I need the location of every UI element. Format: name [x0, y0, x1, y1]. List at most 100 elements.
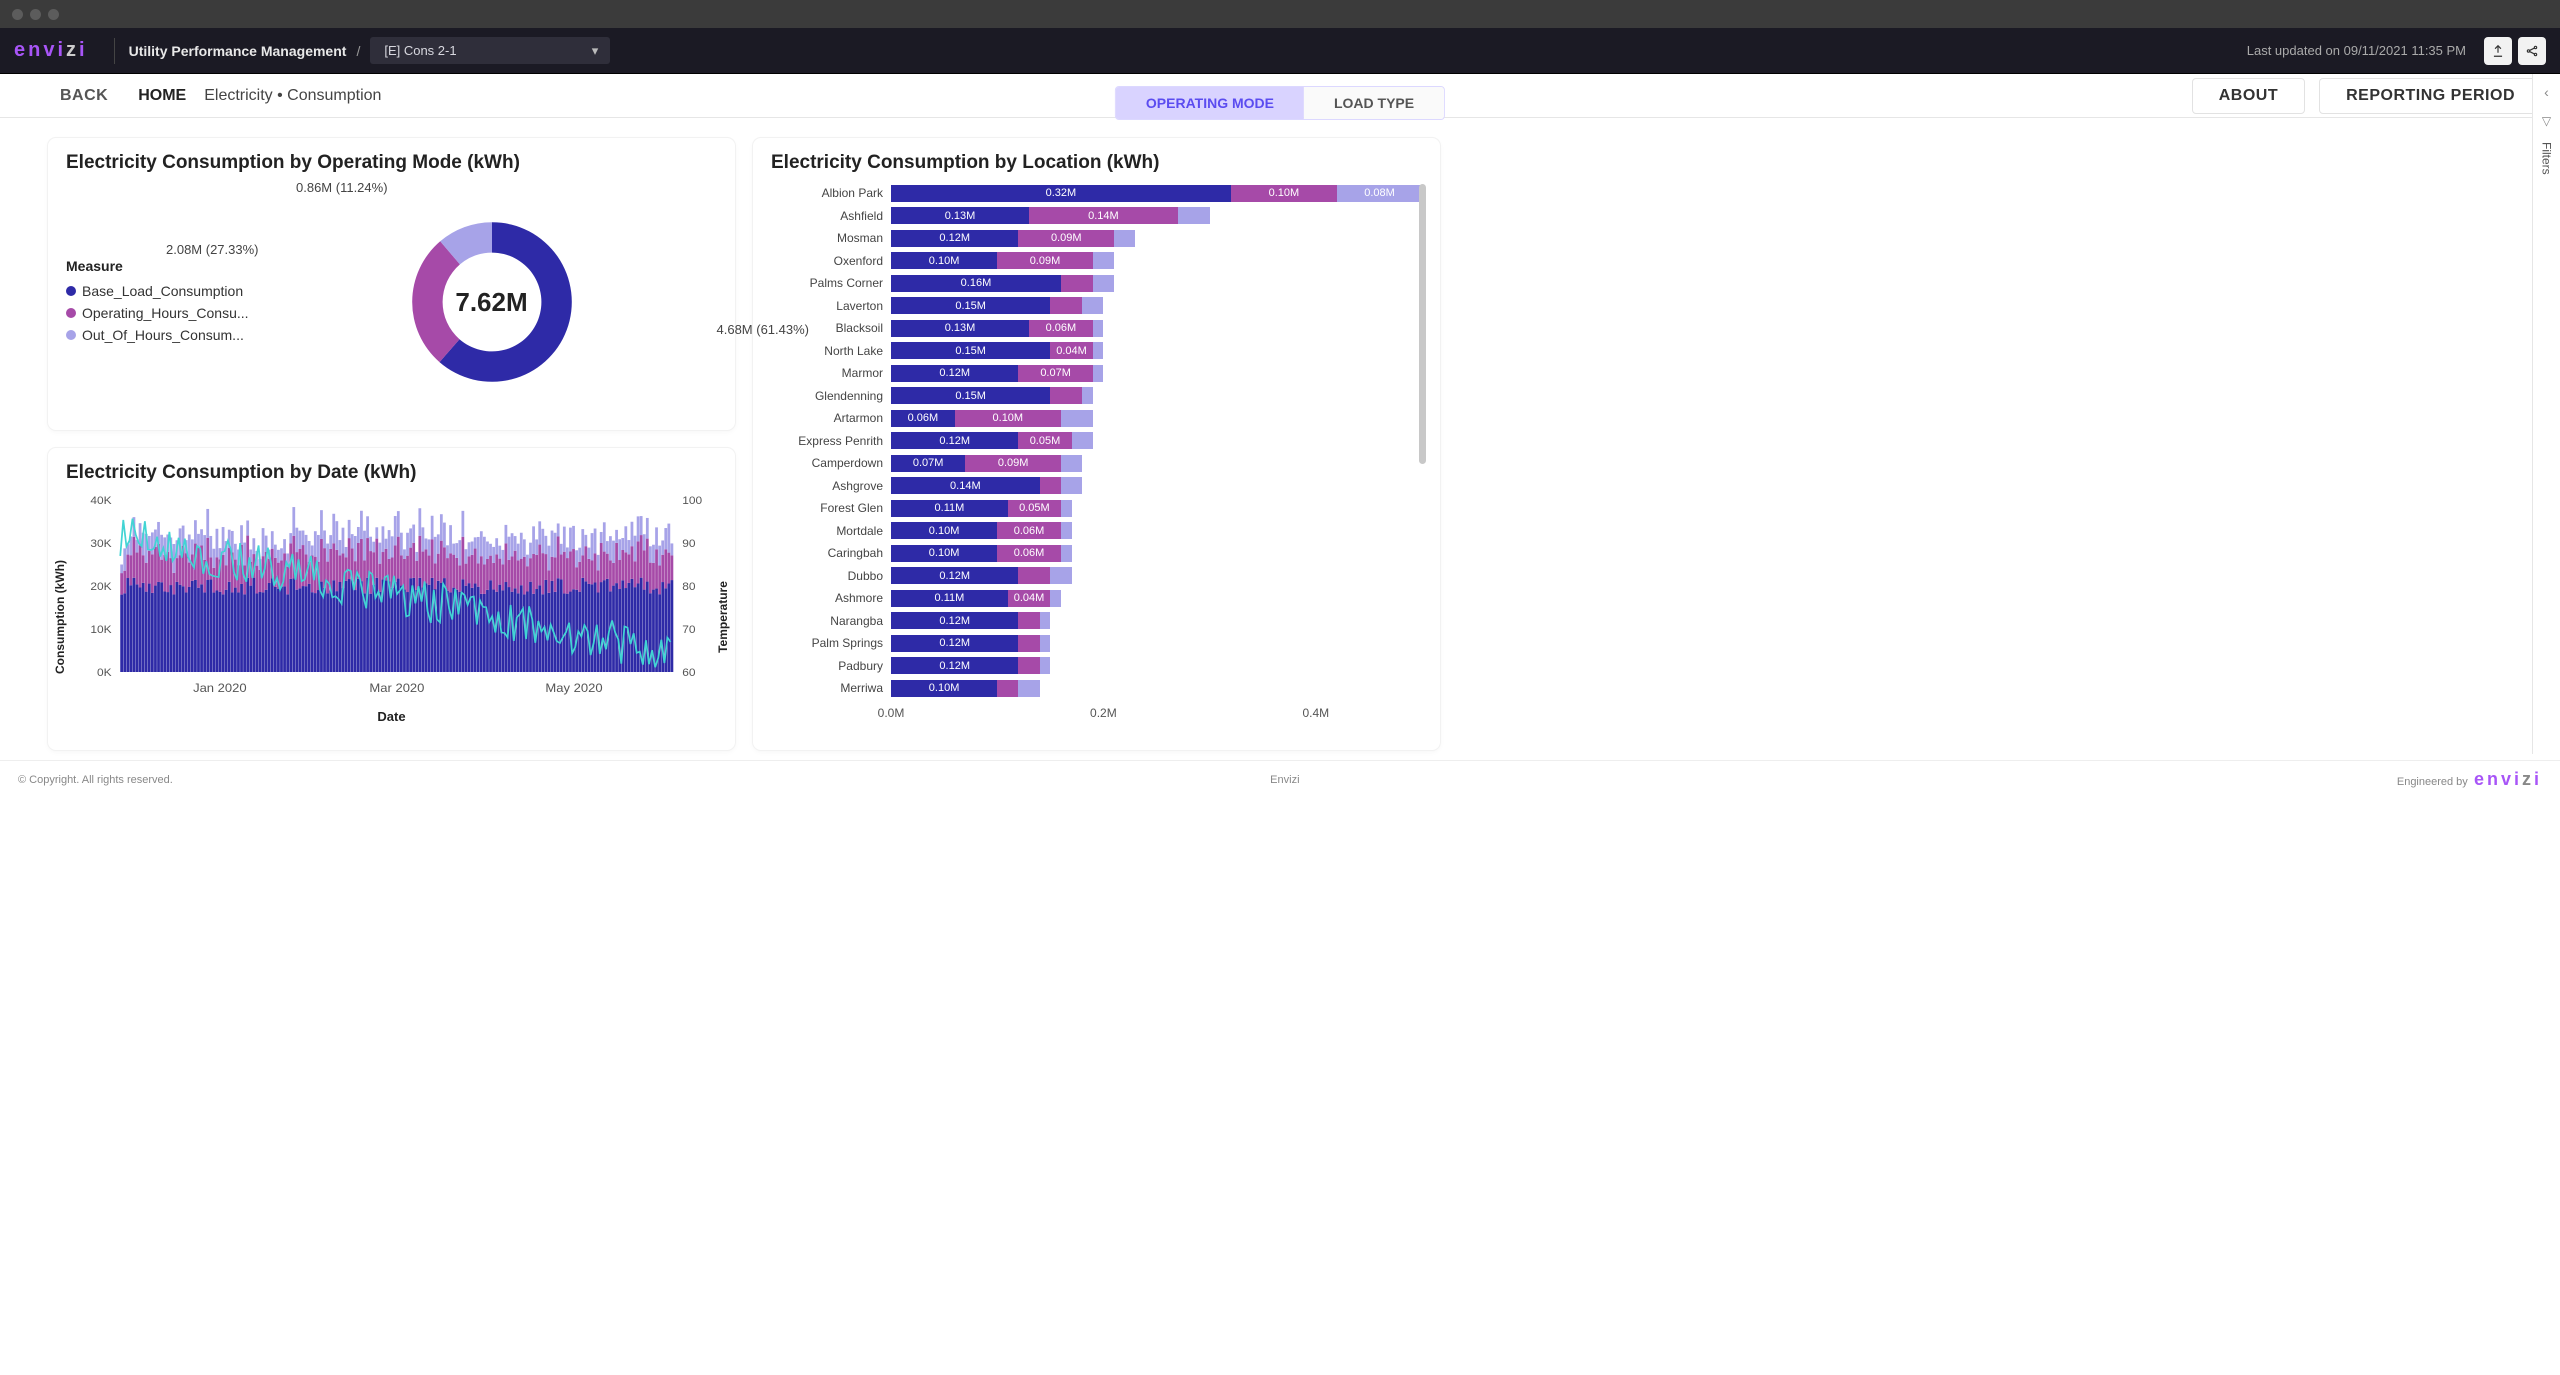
bar-segment: 0.10M: [891, 252, 997, 269]
table-row[interactable]: Palms Corner0.16M: [771, 272, 1422, 295]
location-label: Glendenning: [771, 389, 891, 403]
stacked-bar: 0.07M0.09M: [891, 455, 1422, 472]
table-row[interactable]: Forest Glen0.11M0.05M: [771, 497, 1422, 520]
legend-item[interactable]: Base_Load_Consumption: [66, 280, 266, 302]
svg-text:90: 90: [682, 538, 695, 550]
bar-segment: 0.09M: [965, 455, 1061, 472]
filters-rail: ‹ ▽ Filters: [2532, 74, 2560, 754]
table-row[interactable]: Mosman0.12M0.09M: [771, 227, 1422, 250]
stacked-bar: 0.12M: [891, 657, 1422, 674]
traffic-light-close[interactable]: [12, 9, 23, 20]
bar-segment: [1061, 275, 1093, 292]
table-row[interactable]: Ashmore0.11M0.04M: [771, 587, 1422, 610]
bar-segment: 0.11M: [891, 590, 1008, 607]
stacked-bar: 0.13M0.14M: [891, 207, 1422, 224]
svg-text:40K: 40K: [90, 495, 112, 507]
bar-segment: 0.12M: [891, 657, 1018, 674]
brand-logo: envizi: [14, 39, 88, 62]
bar-segment: [1018, 680, 1039, 697]
stacked-bar: 0.12M0.07M: [891, 365, 1422, 382]
bar-segment: 0.12M: [891, 230, 1018, 247]
svg-text:70: 70: [682, 624, 695, 636]
tab-operating-mode[interactable]: OPERATING MODE: [1116, 87, 1304, 119]
bar-segment: 0.09M: [1018, 230, 1114, 247]
table-row[interactable]: North Lake0.15M0.04M: [771, 340, 1422, 363]
bar-segment: [1040, 635, 1051, 652]
swatch: [66, 330, 76, 340]
bar-segment: 0.16M: [891, 275, 1061, 292]
table-row[interactable]: Express Penrith0.12M0.05M: [771, 430, 1422, 453]
bar-segment: [1061, 477, 1082, 494]
share-icon[interactable]: [2518, 37, 2546, 65]
svg-text:80: 80: [682, 581, 695, 593]
bar-segment: 0.10M: [955, 410, 1061, 427]
bar-segment: 0.11M: [891, 500, 1008, 517]
swatch: [66, 286, 76, 296]
stacked-bar: 0.12M: [891, 612, 1422, 629]
table-row[interactable]: Ashgrove0.14M: [771, 475, 1422, 498]
table-row[interactable]: Camperdown0.07M0.09M: [771, 452, 1422, 475]
legend-item[interactable]: Out_Of_Hours_Consum...: [66, 324, 266, 346]
about-button[interactable]: ABOUT: [2192, 78, 2305, 114]
table-row[interactable]: Merriwa0.10M: [771, 677, 1422, 700]
table-row[interactable]: Dubbo0.12M: [771, 565, 1422, 588]
expand-filters-icon[interactable]: ‹: [2544, 84, 2549, 100]
location-label: Albion Park: [771, 186, 891, 200]
tab-load-type[interactable]: LOAD TYPE: [1304, 87, 1444, 119]
bar-segment: [1114, 230, 1135, 247]
bar-segment: 0.13M: [891, 320, 1029, 337]
bar-segment: 0.10M: [891, 680, 997, 697]
axis-tick: 0.4M: [1302, 706, 1329, 720]
bar-segment: 0.12M: [891, 635, 1018, 652]
y-axis-left-label: Consumption (kWh): [53, 560, 67, 674]
stacked-bar: 0.10M0.06M: [891, 545, 1422, 562]
home-link[interactable]: HOME: [138, 87, 186, 105]
svg-text:0K: 0K: [97, 667, 112, 679]
date-chart-plot[interactable]: 0K10K20K30K40K60708090100Jan 2020Mar 202…: [66, 492, 717, 702]
location-label: North Lake: [771, 344, 891, 358]
legend-label: Base_Load_Consumption: [82, 283, 243, 299]
card-title: Electricity Consumption by Operating Mod…: [66, 152, 717, 174]
bar-segment: [1061, 545, 1072, 562]
filters-label[interactable]: Filters: [2540, 142, 2554, 175]
table-row[interactable]: Palm Springs0.12M: [771, 632, 1422, 655]
stacked-bar: 0.15M0.04M: [891, 342, 1422, 359]
table-row[interactable]: Mortdale0.10M0.06M: [771, 520, 1422, 543]
export-icon[interactable]: [2484, 37, 2512, 65]
table-row[interactable]: Artarmon0.06M0.10M: [771, 407, 1422, 430]
table-row[interactable]: Blacksoil0.13M0.06M: [771, 317, 1422, 340]
bar-segment: 0.13M: [891, 207, 1029, 224]
mode-tabs: OPERATING MODE LOAD TYPE: [1115, 86, 1445, 120]
bar-segment: [1040, 477, 1061, 494]
location-label: Padbury: [771, 659, 891, 673]
location-label: Marmor: [771, 366, 891, 380]
legend-item[interactable]: Operating_Hours_Consu...: [66, 302, 266, 324]
table-row[interactable]: Caringbah0.10M0.06M: [771, 542, 1422, 565]
reporting-period-button[interactable]: REPORTING PERIOD: [2319, 78, 2542, 114]
bar-segment: [1093, 320, 1104, 337]
location-label: Narangba: [771, 614, 891, 628]
scrollbar[interactable]: [1419, 184, 1426, 464]
funnel-icon[interactable]: ▽: [2542, 114, 2551, 128]
table-row[interactable]: Oxenford0.10M0.09M: [771, 250, 1422, 273]
location-label: Mosman: [771, 231, 891, 245]
stacked-bar: 0.12M0.05M: [891, 432, 1422, 449]
svg-text:100: 100: [682, 495, 702, 507]
svg-text:May 2020: May 2020: [545, 681, 602, 694]
report-selector-dropdown[interactable]: [E] Cons 2-1: [370, 37, 610, 64]
traffic-light-max[interactable]: [48, 9, 59, 20]
card-consumption-by-mode: Electricity Consumption by Operating Mod…: [48, 138, 735, 430]
back-button[interactable]: BACK: [60, 87, 108, 105]
axis-tick: 0.2M: [1090, 706, 1117, 720]
table-row[interactable]: Marmor0.12M0.07M: [771, 362, 1422, 385]
nav-row: BACK HOME Electricity • Consumption OPER…: [0, 74, 2560, 118]
table-row[interactable]: Laverton0.15M: [771, 295, 1422, 318]
traffic-light-min[interactable]: [30, 9, 41, 20]
stacked-bar: 0.12M0.09M: [891, 230, 1422, 247]
table-row[interactable]: Narangba0.12M: [771, 610, 1422, 633]
table-row[interactable]: Glendenning0.15M: [771, 385, 1422, 408]
bar-segment: 0.05M: [1008, 500, 1061, 517]
table-row[interactable]: Ashfield0.13M0.14M: [771, 205, 1422, 228]
table-row[interactable]: Padbury0.12M: [771, 655, 1422, 678]
table-row[interactable]: Albion Park0.32M0.10M0.08M: [771, 182, 1422, 205]
